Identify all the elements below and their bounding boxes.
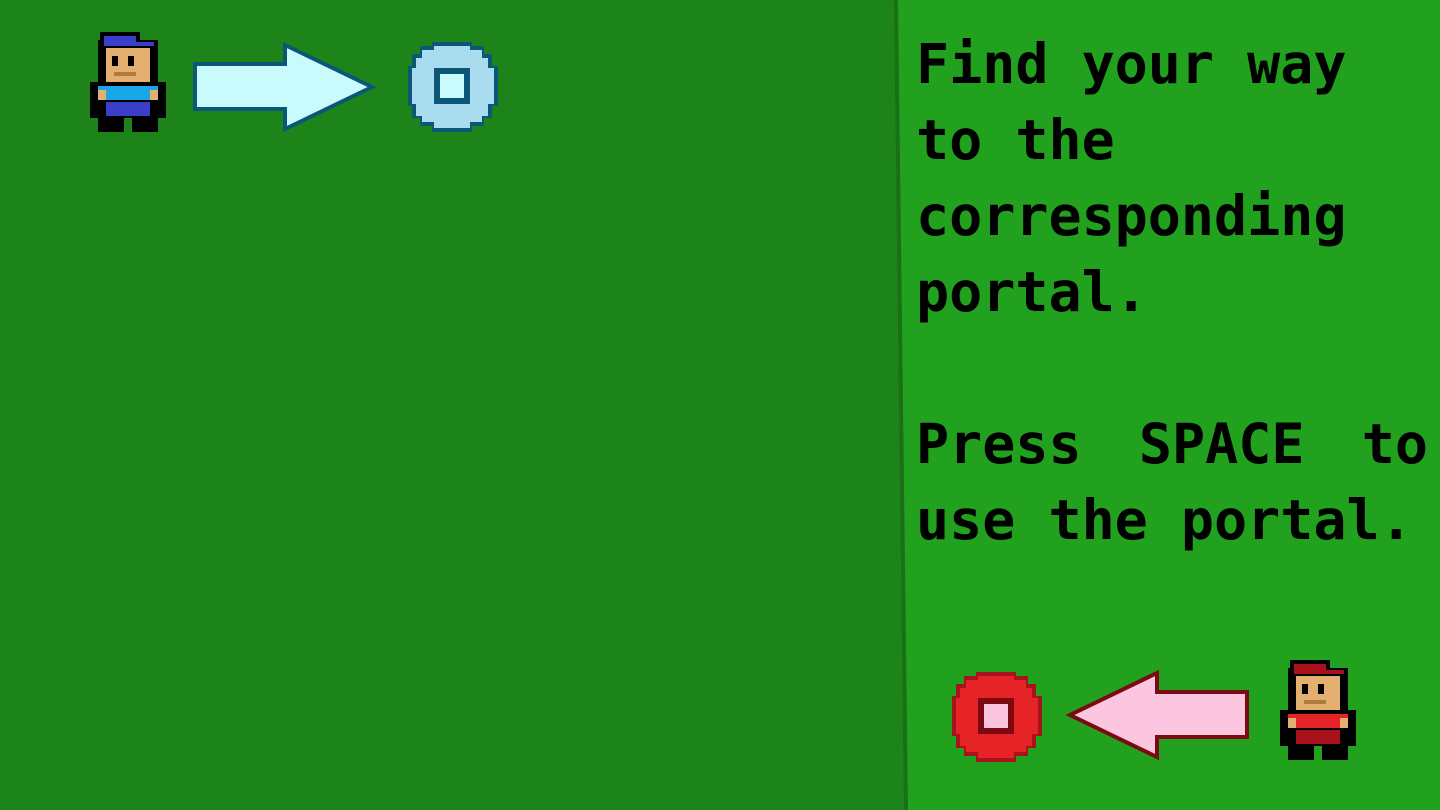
instruction-spacer [916, 330, 1440, 406]
left-arrow-icon [1065, 670, 1249, 760]
instruction-word-press: Press [916, 412, 1082, 476]
instruction-line-6: use the portal. [916, 488, 1413, 552]
instruction-line-2: to the [916, 108, 1115, 172]
red-portal-icon [952, 672, 1042, 762]
instruction-line-5: Press SPACE to [916, 406, 1428, 482]
game-screen: Find your way to the corresponding porta… [0, 0, 1440, 810]
instruction-line-1: Find your way [916, 32, 1347, 96]
instruction-word-to: to [1361, 412, 1428, 476]
blue-player-sprite [90, 32, 166, 132]
red-player-sprite [1280, 660, 1356, 760]
instructions-text: Find your way to the corresponding porta… [916, 26, 1440, 558]
blue-portal-icon [408, 42, 498, 132]
instruction-word-space: SPACE [1138, 412, 1305, 476]
instruction-line-3: corresponding [916, 184, 1347, 248]
right-arrow-icon [193, 42, 377, 132]
instruction-line-4: portal. [916, 260, 1148, 324]
